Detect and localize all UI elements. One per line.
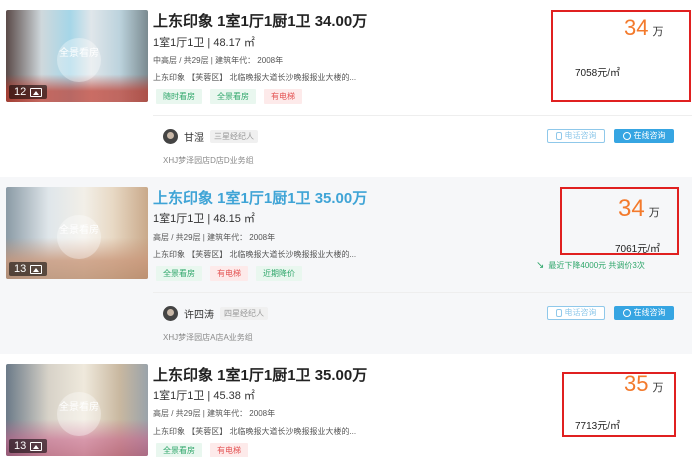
vr-badge[interactable]: 全景看房 [57,392,101,436]
price-highlight-box [551,10,691,102]
listing-layout: 1室1厅1卫 | 45.38 ㎡ [153,390,255,402]
listing-meta: 高层 / 共29层 | 建筑年代： 2008年 [153,233,276,242]
phone-icon [555,309,562,317]
image-icon [30,264,43,274]
chat-icon [622,309,631,317]
tag: 全景看房 [210,89,256,104]
tag: 近期降价 [256,266,302,281]
listing-title[interactable]: 上东印象 1室1厅1厨1卫 34.00万 [153,10,367,31]
listing-address: 上东印象 【芙蓉区】 北临晚报大道长沙晚报报业大楼的... [153,73,357,82]
divider [153,115,692,116]
total-price-unit: 万 [652,382,664,394]
photo-count-value: 13 [14,440,27,452]
tag: 有电梯 [210,443,248,457]
total-price: 34 万 [624,15,663,41]
listing-tags: 随时看房 全景看房 有电梯 [156,89,302,104]
chat-icon [622,132,631,140]
tag: 全景看房 [156,266,202,281]
listing-card[interactable]: 全景看房 12 上东印象 1室1厅1厨1卫 34.00万 1室1厅1卫 | 48… [0,0,692,177]
listing-photo[interactable]: 全景看房 13 [6,364,148,456]
listing-meta: 高层 / 共29层 | 建筑年代： 2008年 [153,409,276,418]
listing-layout: 1室1厅1卫 | 48.17 ㎡ [153,37,255,49]
tag: 全景看房 [156,443,202,457]
listing-address: 上东印象 【芙蓉区】 北临晚报大道长沙晚报报业大楼的... [153,250,357,259]
total-price-unit: 万 [652,26,664,38]
listing-title[interactable]: 上东印象 1室1厅1厨1卫 35.00万 [153,187,367,208]
listing-title[interactable]: 上东印象 1室1厅1厨1卫 35.00万 [153,364,367,385]
phone-consult-label: 电话咨询 [564,308,597,317]
agent-name[interactable]: 甘湿 [184,129,204,144]
total-price: 34 万 [618,195,660,223]
photo-count: 12 [9,85,48,99]
image-icon [30,441,43,451]
listing-photo[interactable]: 全景看房 12 [6,10,148,102]
listing-layout: 1室1厅1卫 | 48.15 ㎡ [153,213,255,225]
listing-tags: 全景看房 有电梯 [156,443,248,457]
online-consult-label: 在线咨询 [633,308,666,317]
unit-price: 7713元/㎡ [575,421,621,432]
photo-count-value: 12 [14,86,27,98]
unit-price: 7061元/㎡ [615,244,661,255]
divider [153,292,692,293]
photo-count: 13 [9,439,48,453]
vr-badge[interactable]: 全景看房 [57,38,101,82]
agent-info[interactable]: 甘湿 三星经纪人 [163,129,258,144]
phone-consult-button[interactable]: 电话咨询 [547,129,605,143]
photo-count-value: 13 [14,263,27,275]
online-consult-button[interactable]: 在线咨询 [614,306,674,320]
price-drop-text: 最近下降4000元 共调价3次 [548,261,645,270]
price-drop-info: ↘ 最近下降4000元 共调价3次 [536,260,645,271]
avatar[interactable] [163,306,178,321]
total-price-value: 34 [618,195,645,222]
phone-icon [555,132,562,140]
agent-info[interactable]: 许四涛 四星经纪人 [163,306,268,321]
listing-card[interactable]: 全景看房 13 上东印象 1室1厅1厨1卫 35.00万 1室1厅1卫 | 48… [0,177,692,354]
agent-store: XHJ梦泽园店A店A业务组 [163,333,253,342]
total-price-value: 34 [624,15,649,40]
listing-photo[interactable]: 全景看房 13 [6,187,148,279]
online-consult-button[interactable]: 在线咨询 [614,129,674,143]
trend-down-icon: ↘ [536,260,545,271]
online-consult-label: 在线咨询 [633,131,666,140]
total-price-unit: 万 [648,207,660,219]
unit-price: 7058元/㎡ [575,68,621,79]
listing-meta: 中高层 / 共29层 | 建筑年代： 2008年 [153,56,284,65]
agent-store: XHJ梦泽园店D店D业务组 [163,156,254,165]
agent-level: 四星经纪人 [220,307,268,320]
image-icon [30,87,43,97]
total-price: 35 万 [624,371,663,397]
avatar[interactable] [163,129,178,144]
photo-count: 13 [9,262,48,276]
tag: 随时看房 [156,89,202,104]
total-price-value: 35 [624,371,649,396]
agent-name[interactable]: 许四涛 [184,306,214,321]
agent-level: 三星经纪人 [210,130,258,143]
listing-address: 上东印象 【芙蓉区】 北临晚报大道长沙晚报报业大楼的... [153,427,357,436]
tag: 有电梯 [210,266,248,281]
phone-consult-button[interactable]: 电话咨询 [547,306,605,320]
listing-tags: 全景看房 有电梯 近期降价 [156,266,302,281]
tag: 有电梯 [264,89,302,104]
vr-badge[interactable]: 全景看房 [57,215,101,259]
listing-card[interactable]: 全景看房 13 上东印象 1室1厅1厨1卫 35.00万 1室1厅1卫 | 45… [0,354,692,457]
phone-consult-label: 电话咨询 [564,131,597,140]
